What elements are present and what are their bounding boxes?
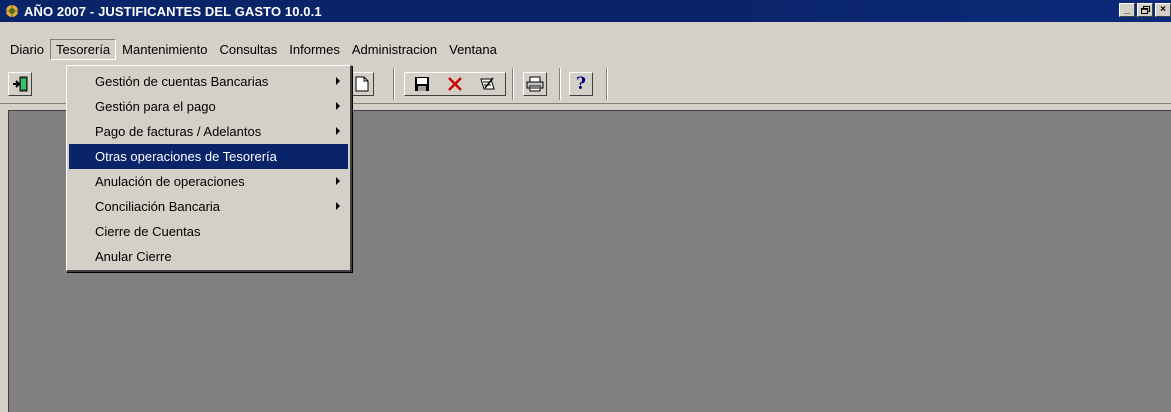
edit-button[interactable] — [471, 73, 504, 95]
toolbar-separator — [512, 68, 514, 100]
menu-item-anulacion-de-operaciones[interactable]: Anulación de operaciones — [69, 169, 348, 194]
menu-item-cierre-de-cuentas[interactable]: Cierre de Cuentas — [69, 219, 348, 244]
delete-button[interactable] — [438, 73, 471, 95]
menu-administracion[interactable]: Administracion — [346, 39, 443, 60]
menu-item-label: Gestión de cuentas Bancarias — [95, 74, 269, 89]
save-icon — [414, 77, 429, 91]
menu-item-label: Cierre de Cuentas — [95, 224, 201, 239]
menu-diario[interactable]: Diario — [4, 39, 50, 60]
menu-item-label: Anular Cierre — [95, 249, 172, 264]
tesoreria-menu: Gestión de cuentas Bancarias Gestión par… — [66, 65, 352, 272]
menu-consultas[interactable]: Consultas — [213, 39, 283, 60]
close-button[interactable]: × — [1155, 3, 1171, 17]
title-bar: AÑO 2007 - JUSTIFICANTES DEL GASTO 10.0.… — [0, 0, 1171, 22]
menu-item-label: Pago de facturas / Adelantos — [95, 124, 262, 139]
menu-tesoreria[interactable]: Tesorería — [49, 38, 117, 60]
new-button[interactable] — [350, 72, 374, 96]
submenu-arrow-icon — [336, 177, 340, 185]
menu-item-label: Conciliación Bancaria — [95, 199, 221, 214]
new-document-icon — [355, 76, 369, 92]
exit-icon — [13, 76, 28, 92]
edit-button-group — [404, 72, 506, 96]
toolbar-separator — [559, 68, 561, 100]
exit-button[interactable] — [8, 72, 32, 96]
submenu-arrow-icon — [336, 127, 340, 135]
menu-item-pago-de-facturas[interactable]: Pago de facturas / Adelantos — [69, 119, 348, 144]
edit-icon — [479, 77, 495, 90]
menu-item-otras-operaciones[interactable]: Otras operaciones de Tesorería — [69, 144, 348, 169]
save-button[interactable] — [405, 73, 438, 95]
window-title: AÑO 2007 - JUSTIFICANTES DEL GASTO 10.0.… — [24, 3, 322, 19]
menu-ventana[interactable]: Ventana — [443, 39, 503, 60]
menu-mantenimiento[interactable]: Mantenimiento — [116, 39, 213, 60]
submenu-arrow-icon — [336, 77, 340, 85]
submenu-arrow-icon — [336, 202, 340, 210]
menu-item-anular-cierre[interactable]: Anular Cierre — [69, 244, 348, 269]
menu-item-label: Otras operaciones de Tesorería — [95, 149, 277, 164]
toolbar-separator — [606, 68, 608, 100]
menu-item-label: Gestión para el pago — [95, 99, 216, 114]
print-button[interactable] — [523, 72, 547, 96]
window-frame-left — [0, 110, 8, 412]
menu-item-label: Anulación de operaciones — [95, 174, 245, 189]
menu-informes[interactable]: Informes — [283, 39, 346, 60]
menu-item-gestion-cuentas-bancarias[interactable]: Gestión de cuentas Bancarias — [69, 69, 348, 94]
toolbar-separator — [393, 68, 395, 100]
app-icon[interactable] — [4, 3, 20, 19]
maximize-button[interactable] — [1137, 3, 1153, 17]
print-icon — [526, 76, 544, 92]
window-controls: _ × — [1119, 3, 1171, 17]
help-icon: ? — [576, 74, 586, 94]
menu-item-conciliacion-bancaria[interactable]: Conciliación Bancaria — [69, 194, 348, 219]
minimize-button[interactable]: _ — [1119, 3, 1135, 17]
delete-icon — [447, 77, 462, 91]
maximize-icon — [1140, 6, 1150, 14]
menu-item-gestion-para-el-pago[interactable]: Gestión para el pago — [69, 94, 348, 119]
submenu-arrow-icon — [336, 102, 340, 110]
menu-bar-items: Diario Tesorería Mantenimiento Consultas… — [0, 38, 503, 60]
help-button[interactable]: ? — [569, 72, 593, 96]
